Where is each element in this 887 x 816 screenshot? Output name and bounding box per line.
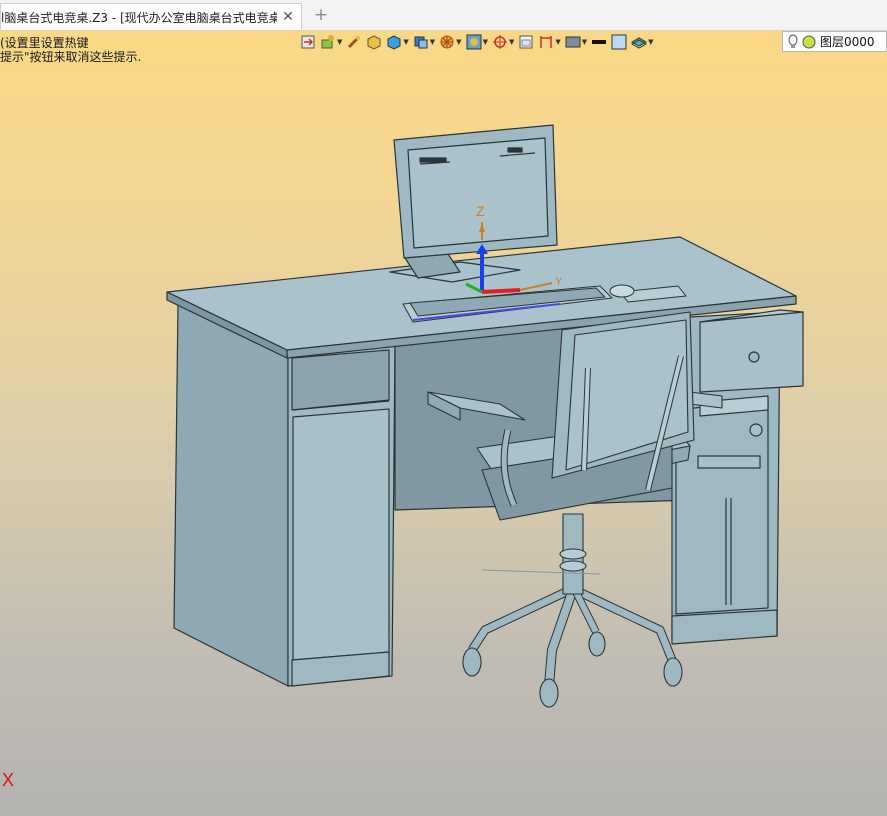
fill-color-button[interactable] — [611, 32, 627, 52]
brush-button[interactable] — [346, 32, 362, 52]
chevron-down-icon[interactable]: ▼ — [337, 38, 342, 46]
cube-button[interactable]: ▼ — [386, 32, 409, 52]
import-icon — [301, 35, 315, 49]
close-icon[interactable]: ✕ — [277, 9, 299, 25]
monitor-screen-bar-2 — [507, 147, 523, 153]
chevron-down-icon[interactable]: ▼ — [430, 38, 435, 46]
drawer-knob — [748, 351, 760, 363]
layer-select[interactable]: 图层0000 — [782, 31, 887, 52]
box-icon — [367, 35, 381, 50]
brush-icon — [348, 36, 361, 49]
chevron-down-icon[interactable]: ▼ — [582, 38, 587, 46]
display-button[interactable]: ▼ — [565, 32, 587, 52]
chevron-down-icon[interactable]: ▼ — [403, 38, 408, 46]
solid-icon — [414, 36, 428, 49]
pc-power-button — [749, 423, 763, 437]
import-button[interactable] — [300, 32, 316, 52]
layer-stack-button[interactable]: ▼ — [631, 32, 654, 52]
frame-button[interactable]: ▼ — [466, 32, 488, 52]
wheel-icon — [440, 35, 454, 49]
frame-icon — [466, 34, 482, 50]
fill-color-icon — [611, 34, 627, 50]
layer-stack-icon — [631, 37, 648, 49]
view-toolbar: ▼ ▼ ▼ ▼ ▼ ▼ ▼ ▼ ▼ — [300, 31, 658, 53]
line-color-icon — [592, 40, 607, 44]
chevron-down-icon[interactable]: ▼ — [509, 38, 514, 46]
chevron-down-icon[interactable]: ▼ — [555, 38, 560, 46]
paint-button[interactable]: ▼ — [320, 32, 342, 52]
document-tab[interactable]: l脑桌台式电竞桌.Z3 - [现代办公室电脑桌台式电竞桌] ✕ — [0, 3, 302, 30]
monitor-screen — [407, 137, 549, 249]
display-icon — [565, 36, 581, 48]
new-tab-button[interactable]: + — [312, 5, 330, 25]
desk-left-cabinet-opening — [292, 408, 390, 661]
dimension-icon — [540, 36, 553, 48]
solid-button[interactable]: ▼ — [413, 32, 435, 52]
view-axis-x-label: X — [2, 770, 15, 790]
chevron-down-icon[interactable]: ▼ — [648, 38, 653, 46]
target-icon — [492, 35, 507, 49]
pc-drive-slot — [697, 455, 761, 469]
document-tab-title[interactable]: l脑桌台式电竞桌.Z3 - [现代办公室电脑桌台式电竞桌] — [1, 9, 277, 26]
chevron-down-icon[interactable]: ▼ — [456, 38, 461, 46]
layer-name: 图层0000 — [820, 35, 875, 49]
desk-left-panel — [173, 304, 289, 687]
monitor-screen-bar — [419, 157, 447, 163]
paint-icon — [321, 35, 334, 49]
chevron-down-icon[interactable]: ▼ — [483, 38, 488, 46]
triad-z-label: Z — [476, 203, 485, 219]
target-button[interactable]: ▼ — [492, 32, 514, 52]
hint-line-2: 提示"按钮来取消这些提示. — [0, 50, 142, 64]
wheel-button[interactable]: ▼ — [439, 32, 462, 52]
cube-icon — [387, 35, 401, 50]
desk-left-cabinet-shelf — [291, 349, 390, 411]
window-icon — [519, 35, 533, 49]
dimension-button[interactable]: ▼ — [538, 32, 561, 52]
document-tab-bar: l脑桌台式电竞桌.Z3 - [现代办公室电脑桌台式电竞桌] ✕ + — [0, 0, 887, 31]
desk-right-base — [671, 609, 778, 645]
lightbulb-icon[interactable] — [787, 34, 799, 50]
window-button[interactable] — [518, 32, 534, 52]
line-color-button[interactable] — [591, 32, 607, 52]
mouse — [609, 284, 635, 298]
layer-color-icon — [802, 35, 816, 48]
triad-y-label: Y — [555, 276, 563, 288]
cad-model-scene[interactable]: Z Y — [0, 0, 887, 816]
box-button[interactable] — [366, 32, 382, 52]
